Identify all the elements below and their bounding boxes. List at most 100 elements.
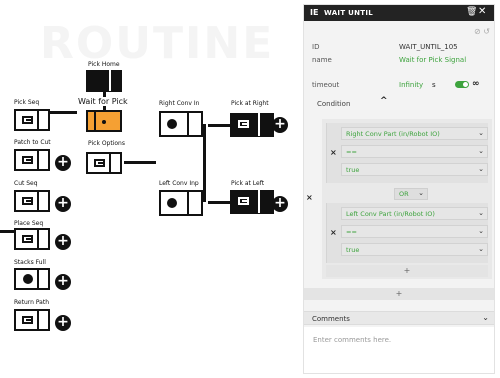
value-select[interactable]: true ⌄: [341, 163, 488, 176]
infinity-icon: ∞: [472, 79, 480, 89]
chevron-down-icon: ⌄: [478, 147, 484, 155]
trash-icon[interactable]: 🗑: [466, 7, 477, 17]
remove-condition-icon[interactable]: ×: [330, 228, 337, 237]
connector-tick: [37, 190, 39, 211]
block-label: Pick Options: [88, 140, 125, 147]
connector-tick: [37, 149, 39, 170]
wire: [208, 124, 230, 127]
chevron-down-icon: ⌄: [478, 209, 484, 217]
wait-for-pick-block[interactable]: [86, 110, 122, 132]
right-conv-in-block[interactable]: [159, 111, 203, 137]
signal-select[interactable]: Right Conv Part (in/Robot IO) ⌄: [341, 127, 488, 140]
block-label: Pick Home: [88, 61, 120, 68]
disable-icon[interactable]: ⊘: [474, 27, 481, 36]
collapse-icon[interactable]: ^: [380, 96, 388, 106]
close-icon[interactable]: ✕: [478, 6, 486, 17]
logic-operator-select[interactable]: OR ⌄: [394, 188, 428, 200]
sequence-icon: [22, 235, 33, 243]
panel-header: IE WAIT UNTIL 🗑 ✕: [304, 5, 494, 21]
pick-home-block[interactable]: [86, 70, 122, 92]
add-icon[interactable]: +: [272, 196, 288, 212]
wire: [208, 201, 230, 204]
block-label: Stacks Full: [14, 259, 46, 266]
reset-icon[interactable]: ↺: [483, 27, 490, 36]
sequence-icon: [22, 316, 33, 324]
add-icon[interactable]: +: [55, 315, 71, 331]
operator-select[interactable]: == ⌄: [341, 225, 488, 238]
condition-box: × Right Conv Part (in/Robot IO) ⌄ == ⌄ tru…: [322, 119, 492, 279]
add-condition-button[interactable]: +: [326, 265, 488, 277]
connector-tick: [37, 268, 39, 289]
value-select[interactable]: true ⌄: [341, 243, 488, 256]
id-value: WAIT_UNTIL_105: [399, 43, 458, 51]
sequence-icon: [238, 197, 249, 205]
add-icon[interactable]: +: [272, 117, 288, 133]
comments-header[interactable]: Comments ⌄: [304, 311, 494, 325]
place-seq-block[interactable]: [14, 228, 50, 250]
dot-icon: [167, 119, 177, 129]
panel-title: WAIT UNTIL: [324, 9, 374, 17]
wire: [0, 230, 14, 233]
comments-label: Comments: [312, 315, 350, 323]
wire: [203, 124, 206, 202]
connector-tick: [187, 190, 189, 215]
panel-toolbar: ⊘ ↺: [474, 27, 490, 36]
pick-at-left-block[interactable]: [230, 190, 274, 214]
wire: [124, 161, 156, 164]
flow-canvas[interactable]: ROUTINE Pick Home Wait for Pick Pick Opt…: [0, 0, 300, 378]
pick-at-right-block[interactable]: [230, 113, 274, 137]
left-conv-inp-block[interactable]: [159, 190, 203, 216]
remove-condition-group-icon[interactable]: ×: [306, 193, 313, 202]
pick-options-block[interactable]: [86, 152, 122, 174]
properties-panel: IE WAIT UNTIL 🗑 ✕ ⊘ ↺ ID WAIT_UNTIL_105 …: [303, 4, 495, 374]
chevron-down-icon: ⌄: [478, 245, 484, 253]
cut-seq-block[interactable]: [14, 190, 50, 212]
connector-tick: [94, 110, 96, 131]
condition-group: × Left Conv Part (in/Robot IO) ⌄ == ⌄ true…: [326, 203, 488, 263]
add-icon[interactable]: +: [55, 196, 71, 212]
connector-tick: [37, 109, 39, 130]
infinity-toggle[interactable]: [455, 81, 469, 88]
connector-tick: [258, 190, 260, 213]
add-icon[interactable]: +: [55, 155, 71, 171]
dot-icon: [102, 120, 106, 124]
sequence-icon: [22, 116, 33, 124]
add-group-button[interactable]: +: [304, 288, 494, 300]
comments-placeholder: Enter comments here.: [313, 336, 392, 344]
chevron-down-icon: ⌄: [418, 189, 424, 197]
chevron-down-icon: ⌄: [478, 227, 484, 235]
block-label: Patch to Cut: [14, 139, 51, 146]
connector-tick: [109, 152, 111, 173]
canvas-watermark: ROUTINE: [40, 18, 275, 69]
wait-until-icon: IE: [310, 8, 319, 17]
pick-seq-block[interactable]: [14, 109, 50, 131]
name-label: name: [312, 56, 332, 64]
block-label: Left Conv Inp: [159, 180, 199, 187]
connector-tick: [37, 309, 39, 330]
timeout-value[interactable]: Infinity: [399, 81, 423, 89]
connector-tick: [187, 111, 189, 136]
add-icon[interactable]: +: [55, 274, 71, 290]
block-label: Wait for Pick: [77, 97, 129, 106]
signal-select[interactable]: Left Conv Part (in/Robot IO) ⌄: [341, 207, 488, 220]
sequence-icon: [22, 156, 33, 164]
timeout-label: timeout: [312, 81, 340, 89]
sequence-icon: [94, 159, 105, 167]
stacks-full-block[interactable]: [14, 268, 50, 290]
name-field[interactable]: Wait for Pick Signal: [399, 56, 466, 64]
operator-select[interactable]: == ⌄: [341, 145, 488, 158]
timeout-unit: s: [432, 81, 436, 89]
condition-group: × Right Conv Part (in/Robot IO) ⌄ == ⌄ tru…: [326, 123, 488, 183]
remove-condition-icon[interactable]: ×: [330, 148, 337, 157]
patch-to-cut-block[interactable]: [14, 149, 50, 171]
condition-label: Condition: [317, 100, 351, 108]
return-path-block[interactable]: [14, 309, 50, 331]
chevron-down-icon: ⌄: [478, 129, 484, 137]
chevron-down-icon: ⌄: [482, 313, 489, 322]
comments-input[interactable]: Enter comments here.: [304, 327, 494, 373]
connector-tick: [37, 228, 39, 249]
add-icon[interactable]: +: [55, 234, 71, 250]
dot-icon: [167, 198, 177, 208]
block-label: Return Path: [14, 299, 49, 306]
sequence-icon: [22, 197, 33, 205]
